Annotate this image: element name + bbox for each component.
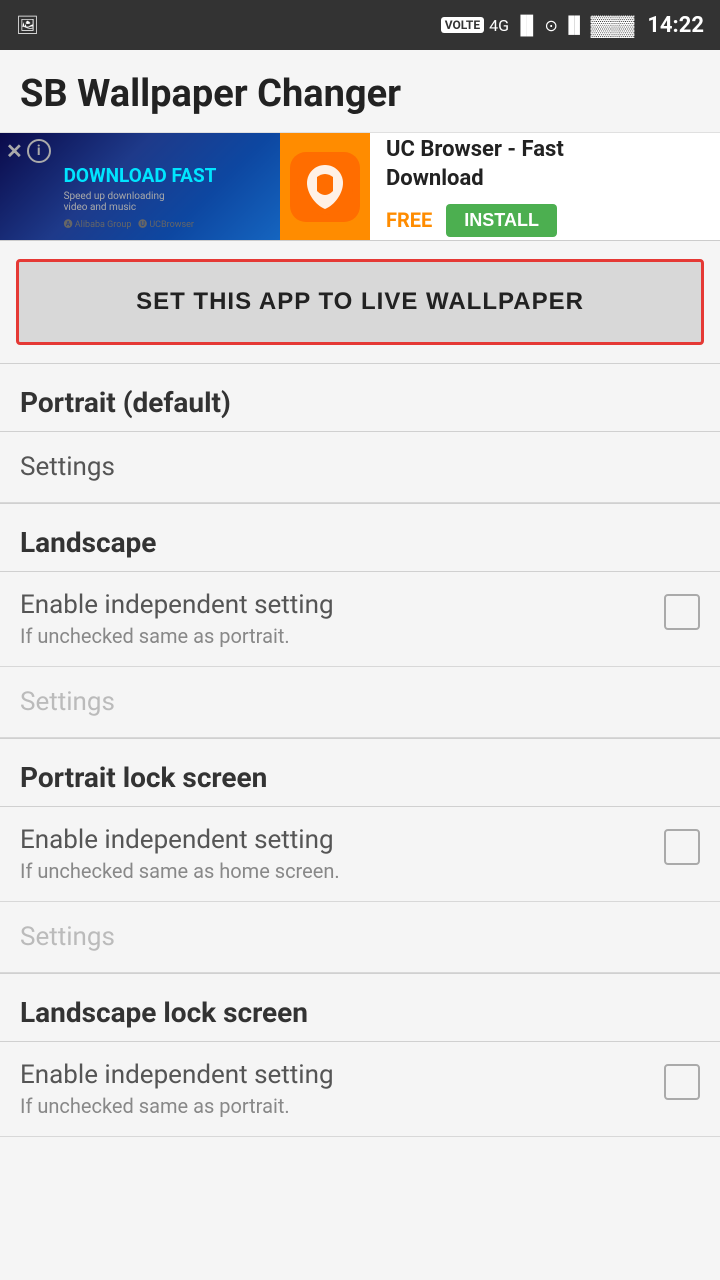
ad-install-button[interactable]: INSTALL — [446, 204, 557, 237]
status-bar: 🖼 VOLTE 4G ▐▌ ⊙ ▐▌ ▓▓▓ 14:22 — [0, 0, 720, 50]
ad-banner[interactable]: ✕ i DOWNLOAD FAST Speed up downloading v… — [0, 133, 720, 241]
ad-download-visual: DOWNLOAD FAST Speed up downloading video… — [56, 156, 225, 238]
landscape-enable-subtitle: If unchecked same as portrait. — [20, 624, 648, 648]
network-4g-icon: 4G — [489, 16, 509, 35]
portrait-lock-enable-content: Enable independent setting If unchecked … — [20, 825, 648, 883]
main-content: SET THIS APP TO LIVE WALLPAPER Portrait … — [0, 241, 720, 1137]
landscape-lock-section-title: Landscape lock screen — [20, 996, 700, 1029]
portrait-lock-section-header: Portrait lock screen — [0, 739, 720, 806]
landscape-enable-checkbox[interactable] — [664, 594, 700, 630]
signal-icon: ▐▌ — [514, 15, 540, 36]
portrait-lock-settings-label: Settings — [20, 922, 115, 952]
portrait-lock-settings-item: Settings — [0, 902, 720, 973]
set-wallpaper-container: SET THIS APP TO LIVE WALLPAPER — [0, 241, 720, 363]
landscape-lock-enable-item[interactable]: Enable independent setting If unchecked … — [0, 1042, 720, 1137]
battery-icon: ▓▓▓ — [591, 13, 635, 38]
volte-badge: VOLTE — [441, 17, 484, 33]
image-icon: 🖼 — [16, 15, 39, 36]
landscape-lock-enable-checkbox[interactable] — [664, 1064, 700, 1100]
ad-icon-area — [280, 133, 370, 241]
landscape-settings-item: Settings — [0, 667, 720, 738]
portrait-section-header: Portrait (default) — [0, 364, 720, 431]
landscape-lock-section-header: Landscape lock screen — [0, 974, 720, 1041]
ad-free-label: FREE — [386, 208, 432, 232]
landscape-enable-item[interactable]: Enable independent setting If unchecked … — [0, 572, 720, 667]
ad-close-icon[interactable]: ✕ — [6, 139, 23, 163]
app-header: SB Wallpaper Changer — [0, 50, 720, 133]
status-bar-left: 🖼 — [16, 15, 39, 36]
app-title: SB Wallpaper Changer — [20, 72, 700, 116]
portrait-lock-section-title: Portrait lock screen — [20, 761, 700, 794]
landscape-lock-enable-title: Enable independent setting — [20, 1060, 648, 1090]
time-display: 14:22 — [647, 13, 704, 38]
landscape-section-header: Landscape — [0, 504, 720, 571]
landscape-settings-label: Settings — [20, 687, 115, 717]
set-wallpaper-button[interactable]: SET THIS APP TO LIVE WALLPAPER — [16, 259, 704, 345]
portrait-lock-enable-subtitle: If unchecked same as home screen. — [20, 859, 648, 883]
uc-browser-icon — [290, 152, 360, 222]
ad-info-icon[interactable]: i — [27, 139, 51, 163]
landscape-lock-enable-content: Enable independent setting If unchecked … — [20, 1060, 648, 1118]
portrait-lock-enable-item[interactable]: Enable independent setting If unchecked … — [0, 807, 720, 902]
signal2-icon: ▐▌ — [563, 15, 586, 35]
landscape-enable-title: Enable independent setting — [20, 590, 648, 620]
ad-action-row: FREE INSTALL — [386, 204, 704, 237]
ad-image-area: ✕ i DOWNLOAD FAST Speed up downloading v… — [0, 133, 280, 241]
status-icons: VOLTE 4G ▐▌ ⊙ ▐▌ ▓▓▓ 14:22 — [441, 13, 704, 38]
portrait-section-title: Portrait (default) — [20, 386, 700, 419]
ad-info-area: UC Browser - FastDownload FREE INSTALL — [370, 133, 720, 241]
ad-app-name: UC Browser - FastDownload — [386, 136, 704, 193]
portrait-lock-enable-title: Enable independent setting — [20, 825, 648, 855]
landscape-enable-content: Enable independent setting If unchecked … — [20, 590, 648, 648]
ad-close-area[interactable]: ✕ i — [6, 139, 51, 163]
landscape-lock-enable-subtitle: If unchecked same as portrait. — [20, 1094, 648, 1118]
portrait-settings-item[interactable]: Settings — [0, 432, 720, 503]
wifi-icon: ⊙ — [544, 16, 557, 35]
portrait-settings-label: Settings — [20, 452, 115, 482]
portrait-lock-enable-checkbox[interactable] — [664, 829, 700, 865]
landscape-section-title: Landscape — [20, 526, 700, 559]
